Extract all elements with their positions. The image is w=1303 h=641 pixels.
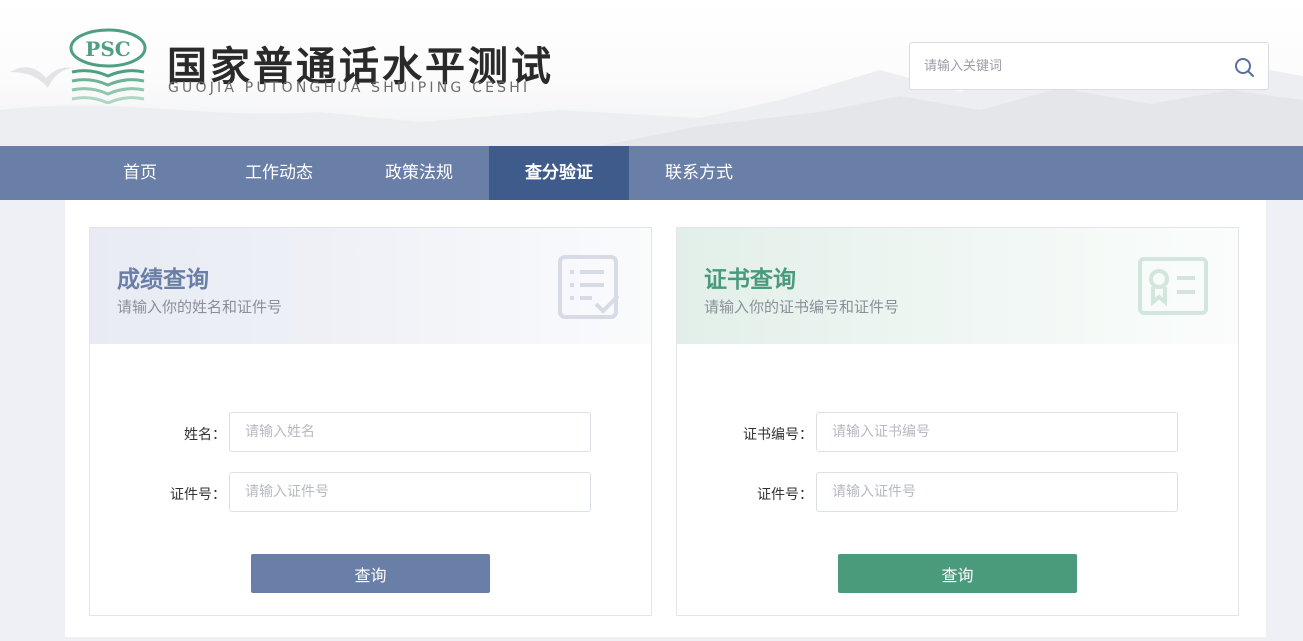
cert-card-title: 证书查询 (704, 267, 796, 293)
cert-number-label: 证书编号： (743, 427, 813, 443)
nav-item-contact[interactable]: 联系方式 (629, 146, 769, 200)
id-number-input[interactable] (229, 472, 591, 512)
cert-id-number-label: 证件号： (757, 487, 813, 503)
name-label: 姓名： (184, 427, 226, 443)
search-box (909, 42, 1269, 90)
site-subtitle: GUOJIA PUTONGHUA SHUIPING CESHI (168, 80, 531, 96)
id-number-label: 证件号： (170, 487, 226, 503)
cert-query-button[interactable]: 查询 (838, 554, 1077, 593)
score-query-card: 成绩查询 请输入你的姓名和证件号 姓名： 证件号： 查询 (89, 227, 652, 616)
main-nav: 首页 工作动态 政策法规 查分验证 联系方式 (0, 146, 1303, 200)
nav-item-work-news[interactable]: 工作动态 (209, 146, 349, 200)
psc-logo: PSC (69, 28, 147, 104)
certificate-icon (1138, 257, 1208, 315)
score-query-button[interactable]: 查询 (251, 554, 490, 593)
score-card-title: 成绩查询 (117, 267, 209, 293)
search-icon[interactable] (1232, 55, 1256, 79)
site-header: PSC 国家普通话水平测试 GUOJIA PUTONGHUA SHUIPING … (0, 0, 1303, 146)
nav-item-policies[interactable]: 政策法规 (349, 146, 489, 200)
search-input[interactable] (910, 43, 1220, 89)
cert-id-number-input[interactable] (816, 472, 1178, 512)
certificate-query-card: 证书查询 请输入你的证书编号和证件号 证书编号： 证件号： 查询 (676, 227, 1239, 616)
cert-card-header: 证书查询 请输入你的证书编号和证件号 (677, 228, 1238, 344)
logo-text: PSC (85, 37, 130, 61)
name-input[interactable] (229, 412, 591, 452)
nav-item-score-verify[interactable]: 查分验证 (489, 146, 629, 200)
cert-card-description: 请输入你的证书编号和证件号 (704, 298, 900, 316)
cert-number-input[interactable] (816, 412, 1178, 452)
score-card-description: 请输入你的姓名和证件号 (117, 298, 283, 316)
score-card-header: 成绩查询 请输入你的姓名和证件号 (90, 228, 651, 344)
checklist-icon (558, 255, 620, 319)
nav-item-home[interactable]: 首页 (70, 146, 210, 200)
